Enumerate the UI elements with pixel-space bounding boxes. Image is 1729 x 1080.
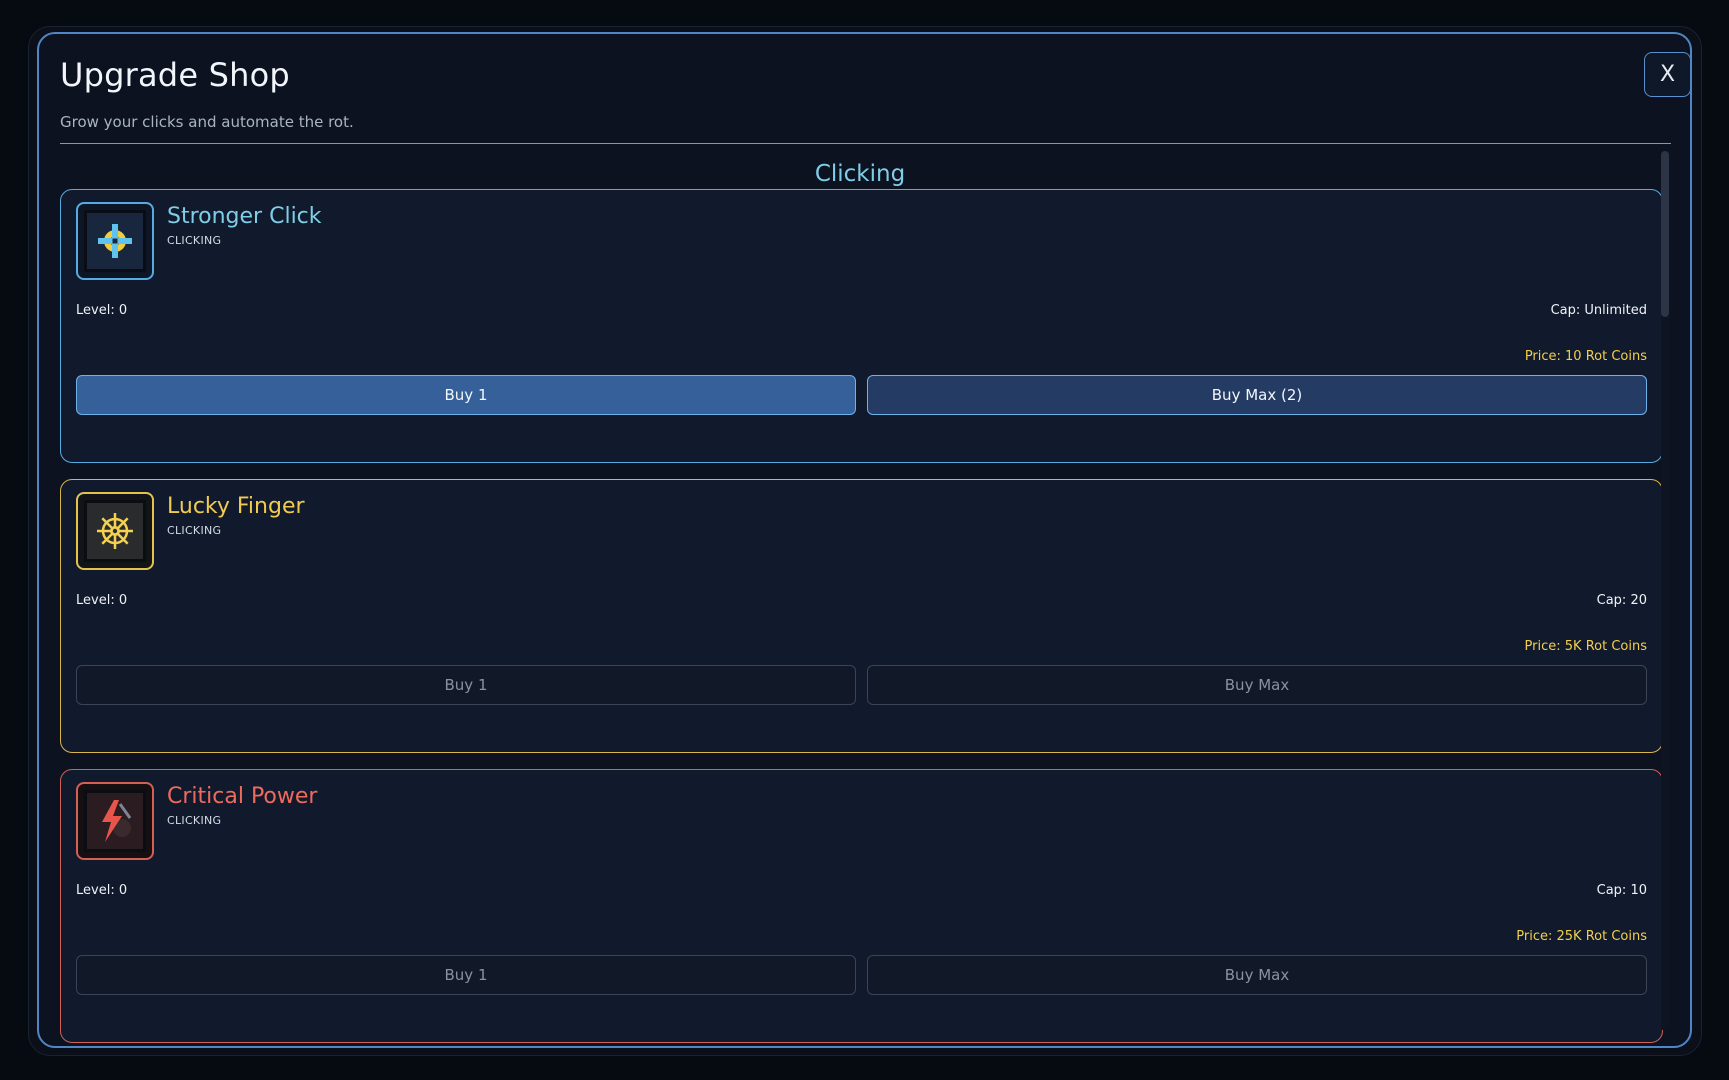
modal-subtitle: Grow your clicks and automate the rot. — [60, 113, 354, 131]
upgrade-price: Price: 10 Rot Coins — [1524, 349, 1647, 364]
buy-max-button[interactable]: Buy Max (2) — [867, 375, 1647, 415]
upgrade-icon-frame — [76, 782, 154, 860]
crosshair-icon — [98, 224, 132, 258]
upgrade-level: Level: 0 — [76, 303, 128, 318]
upgrade-category: CLICKING — [167, 234, 222, 247]
modal-title: Upgrade Shop — [60, 56, 290, 94]
upgrade-price: Price: 5K Rot Coins — [1524, 639, 1647, 654]
buy-max-button[interactable]: Buy Max — [867, 665, 1647, 705]
buy-one-button[interactable]: Buy 1 — [76, 375, 856, 415]
upgrade-icon-frame — [76, 492, 154, 570]
buy-one-button[interactable]: Buy 1 — [76, 665, 856, 705]
upgrade-level: Level: 0 — [76, 883, 128, 898]
upgrade-cap: Cap: 20 — [1596, 593, 1647, 608]
upgrade-shop-modal: Upgrade Shop Grow your clicks and automa… — [37, 32, 1692, 1048]
upgrade-name: Critical Power — [167, 784, 318, 809]
lightning-icon — [102, 800, 132, 842]
upgrade-card-critical-power: Critical Power CLICKING Level: 0 Cap: 10… — [60, 769, 1663, 1043]
close-button[interactable]: X — [1644, 52, 1690, 97]
scrollbar-thumb[interactable] — [1661, 151, 1669, 317]
scrollbar[interactable] — [1661, 151, 1669, 1031]
modal-header: Upgrade Shop Grow your clicks and automa… — [60, 34, 1690, 144]
ship-wheel-icon — [97, 513, 133, 549]
buy-max-button[interactable]: Buy Max — [867, 955, 1647, 995]
section-title-clicking: Clicking — [814, 161, 906, 187]
upgrade-icon-frame — [76, 202, 154, 280]
upgrade-card-stronger-click: Stronger Click CLICKING Level: 0 Cap: Un… — [60, 189, 1663, 463]
upgrade-level: Level: 0 — [76, 593, 128, 608]
upgrade-category: CLICKING — [167, 524, 222, 537]
upgrade-list[interactable]: Clicking Stronger Click CLICKING Level: … — [60, 144, 1671, 1046]
upgrade-name: Stronger Click — [167, 204, 322, 229]
upgrade-cap: Cap: 10 — [1596, 883, 1647, 898]
upgrade-name: Lucky Finger — [167, 494, 305, 519]
upgrade-category: CLICKING — [167, 814, 222, 827]
upgrade-price: Price: 25K Rot Coins — [1516, 929, 1647, 944]
upgrade-cap: Cap: Unlimited — [1550, 303, 1647, 318]
upgrade-card-lucky-finger: Lucky Finger CLICKING Level: 0 Cap: 20 P… — [60, 479, 1663, 753]
buy-one-button[interactable]: Buy 1 — [76, 955, 856, 995]
